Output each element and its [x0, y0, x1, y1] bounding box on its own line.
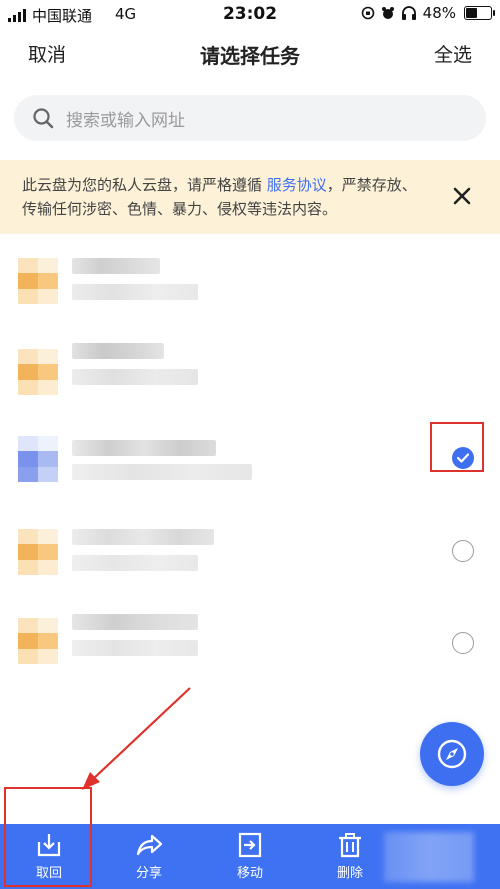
file-item[interactable] — [0, 596, 500, 685]
search-placeholder: 搜索或输入网址 — [66, 110, 185, 131]
file-name-blurred — [72, 258, 160, 274]
retrieve-button[interactable]: 取回 — [9, 832, 89, 881]
file-list — [0, 240, 500, 685]
notice-text: 此云盘为您的私人云盘，请严格遵循 服务协议，严禁存放、传输任何涉密、色情、暴力、… — [22, 173, 422, 221]
retrieve-label: 取回 — [35, 866, 62, 881]
file-item[interactable] — [0, 240, 500, 329]
blurred-toolbar-item — [384, 832, 474, 882]
share-button[interactable]: 分享 — [109, 832, 189, 881]
trash-icon — [339, 833, 361, 858]
file-thumbnail — [18, 529, 58, 575]
file-thumbnail — [18, 436, 58, 482]
move-button[interactable]: 移动 — [210, 832, 290, 881]
file-name-blurred — [72, 440, 216, 456]
share-icon — [136, 834, 163, 856]
annotation-highlight-box — [430, 422, 484, 472]
search-input[interactable]: 搜索或输入网址 — [14, 95, 486, 141]
file-item[interactable] — [0, 418, 500, 507]
compass-button[interactable] — [420, 722, 484, 786]
file-checkbox[interactable] — [452, 540, 474, 562]
page-title: 请选择任务 — [200, 44, 300, 68]
file-name-blurred — [72, 529, 214, 545]
header: 取消 请选择任务 全选 — [0, 30, 500, 76]
share-label: 分享 — [135, 866, 162, 881]
file-thumbnail — [18, 258, 58, 304]
file-checkbox[interactable] — [452, 632, 474, 654]
file-meta-blurred — [72, 640, 198, 656]
move-label: 移动 — [236, 866, 263, 881]
notice-text-before: 此云盘为您的私人云盘，请严格遵循 — [22, 176, 267, 194]
status-icons: 48% — [361, 4, 495, 22]
service-agreement-link[interactable]: 服务协议 — [267, 176, 327, 194]
file-meta-blurred — [72, 555, 198, 571]
compass-icon — [437, 739, 467, 769]
download-icon — [37, 834, 61, 857]
battery-icon — [464, 6, 495, 20]
file-meta-blurred — [72, 284, 198, 300]
status-bar: 中国联通 4G 23:02 48% — [0, 0, 500, 30]
select-all-button[interactable]: 全选 — [434, 40, 472, 67]
close-icon[interactable] — [450, 184, 474, 208]
file-item[interactable] — [0, 507, 500, 596]
file-meta-blurred — [72, 369, 198, 385]
file-meta-blurred — [72, 464, 252, 480]
file-name-blurred — [72, 343, 164, 359]
search-icon — [33, 108, 54, 129]
headphones-icon — [401, 6, 416, 20]
cancel-button[interactable]: 取消 — [28, 40, 66, 67]
delete-label: 删除 — [336, 866, 363, 881]
battery-percent: 48% — [422, 4, 456, 22]
notice-banner: 此云盘为您的私人云盘，请严格遵循 服务协议，严禁存放、传输任何涉密、色情、暴力、… — [0, 160, 500, 234]
move-icon — [238, 832, 262, 858]
file-thumbnail — [18, 349, 58, 395]
delete-button[interactable]: 删除 — [310, 832, 390, 881]
file-item[interactable] — [0, 329, 500, 418]
file-name-blurred — [72, 614, 198, 630]
rotation-lock-icon — [361, 6, 374, 20]
file-thumbnail — [18, 618, 58, 664]
alarm-icon — [381, 7, 394, 19]
